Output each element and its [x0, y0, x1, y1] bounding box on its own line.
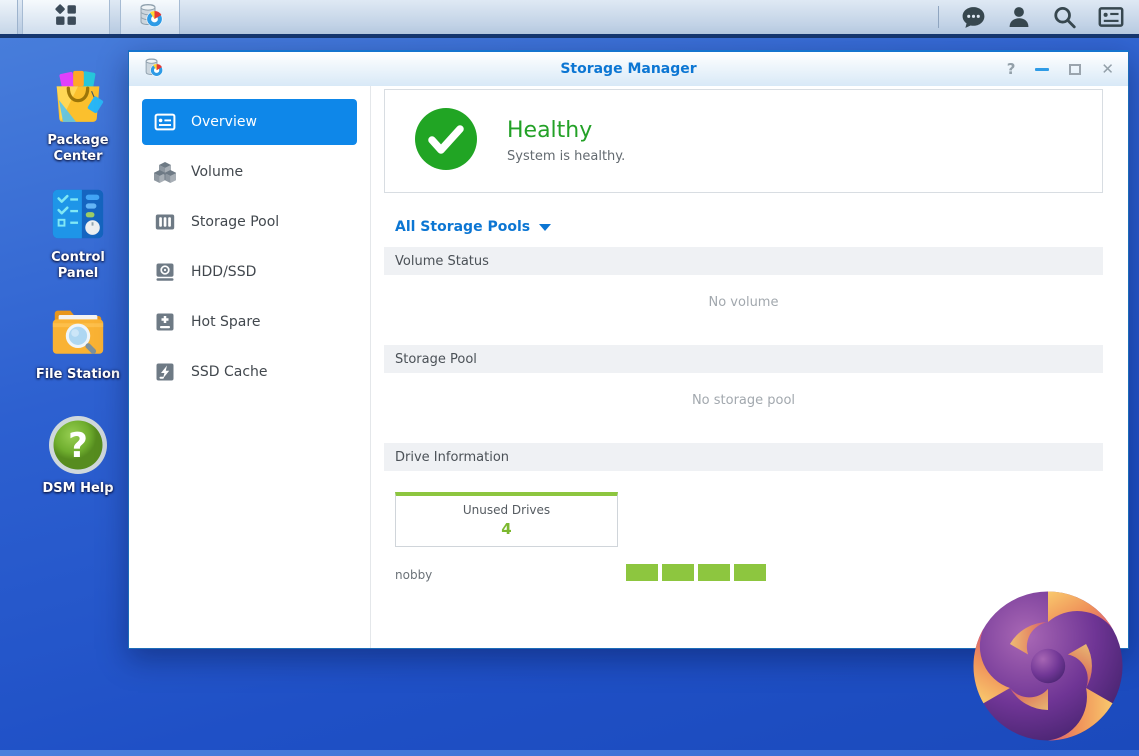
health-text: Healthy System is healthy. — [507, 118, 625, 164]
shortcut-package-center[interactable]: Package Center — [30, 66, 126, 166]
chat-icon[interactable] — [960, 4, 987, 31]
taskbar-right-tray — [938, 0, 1139, 34]
unused-drives-count: 4 — [501, 520, 512, 538]
minimize-button[interactable] — [1035, 67, 1050, 71]
unused-drives-card: Unused Drives 4 — [395, 492, 618, 547]
section-header-storage-pool: Storage Pool — [384, 345, 1103, 373]
question-mark-glyph: ? — [68, 426, 88, 466]
storage-manager-app-icon — [137, 2, 164, 33]
overview-content: Healthy System is healthy. All Storage P… — [371, 86, 1128, 648]
main-menu-button[interactable] — [22, 0, 110, 34]
sidebar-item-storage-pool[interactable]: Storage Pool — [142, 199, 357, 245]
section-header-volume-status: Volume Status — [384, 247, 1103, 275]
shortcut-label: File Station — [35, 367, 121, 382]
section-header-label: Volume Status — [395, 253, 489, 269]
desktop: { "taskbar": { "main_menu_icon": "apps-g… — [0, 0, 1139, 750]
section-header-label: Drive Information — [395, 449, 510, 465]
window-body: Overview Volume Storage Pool HDD/SSD Hot… — [129, 86, 1128, 648]
storage-manager-app-icon — [143, 57, 164, 82]
dsm-help-icon: ? — [30, 414, 126, 476]
sidebar-item-label: Volume — [191, 164, 244, 180]
help-button[interactable]: ? — [1007, 61, 1016, 77]
cubes-icon — [154, 161, 176, 183]
shortcut-dsm-help[interactable]: ? DSM Help — [30, 414, 126, 497]
titlebar[interactable]: Storage Manager ? ✕ — [129, 52, 1128, 86]
shortcut-label: Package Center — [47, 133, 109, 165]
drive-slot — [662, 564, 694, 581]
window-controls: ? ✕ — [1007, 61, 1114, 77]
sidebar-item-label: Hot Spare — [191, 314, 261, 330]
host-name: nobby — [395, 568, 433, 582]
sidebar-item-label: Storage Pool — [191, 214, 280, 230]
widgets-icon[interactable] — [1097, 3, 1125, 31]
chevron-down-icon — [539, 223, 552, 231]
sidebar-item-label: HDD/SSD — [191, 264, 257, 280]
section-header-drive-information: Drive Information — [384, 443, 1103, 471]
search-icon[interactable] — [1051, 4, 1078, 31]
disk-icon — [154, 261, 176, 283]
shortcut-label: Control Panel — [51, 250, 105, 282]
storage-pool-filter-dropdown[interactable]: All Storage Pools — [384, 217, 552, 237]
sidebar-item-ssd-cache[interactable]: SSD Cache — [142, 349, 357, 395]
shortcut-label: DSM Help — [42, 481, 114, 496]
section-header-label: Storage Pool — [395, 351, 477, 367]
sidebar-item-label: Overview — [191, 114, 257, 130]
control-panel-icon — [30, 183, 126, 245]
taskbar — [0, 0, 1139, 38]
apps-grid-icon — [54, 3, 78, 31]
window-title: Storage Manager — [560, 61, 697, 77]
sidebar: Overview Volume Storage Pool HDD/SSD Hot… — [129, 86, 371, 648]
maximize-button[interactable] — [1069, 63, 1082, 75]
taskbar-edge-strip — [0, 0, 18, 34]
unused-drives-label: Unused Drives — [462, 503, 551, 517]
storage-pool-empty-state: No storage pool — [691, 393, 796, 408]
storage-manager-taskbar-button[interactable] — [120, 0, 180, 34]
health-title: Healthy — [507, 118, 593, 143]
shortcut-file-station[interactable]: File Station — [30, 300, 126, 383]
drive-slot — [734, 564, 766, 581]
taskbar-divider — [938, 6, 939, 28]
drive-slot — [626, 564, 658, 581]
bolt-drive-icon — [154, 361, 176, 383]
drive-slot — [698, 564, 730, 581]
storage-manager-window: Storage Manager ? ✕ Overview Volume Stor… — [128, 50, 1129, 649]
healthy-check-icon — [415, 108, 477, 174]
volume-empty-state: No volume — [708, 295, 779, 310]
sidebar-item-overview[interactable]: Overview — [142, 99, 357, 145]
close-button[interactable]: ✕ — [1101, 61, 1114, 77]
host-drive-row: nobby — [384, 564, 1103, 582]
rack-icon — [154, 211, 176, 233]
drive-slot-bars — [626, 564, 766, 581]
sidebar-item-volume[interactable]: Volume — [142, 149, 357, 195]
shortcut-control-panel[interactable]: Control Panel — [30, 183, 126, 283]
overview-card-icon — [154, 111, 176, 133]
sidebar-item-hdd-ssd[interactable]: HDD/SSD — [142, 249, 357, 295]
file-station-icon — [30, 300, 126, 362]
sidebar-item-hot-spare[interactable]: Hot Spare — [142, 299, 357, 345]
health-subtitle: System is healthy. — [507, 149, 626, 164]
package-center-icon — [30, 66, 126, 128]
user-icon[interactable] — [1006, 4, 1032, 30]
plus-drive-icon — [154, 311, 176, 333]
sidebar-item-label: SSD Cache — [191, 364, 268, 380]
pool-filter-label: All Storage Pools — [395, 219, 531, 235]
health-status-panel: Healthy System is healthy. — [384, 89, 1103, 193]
